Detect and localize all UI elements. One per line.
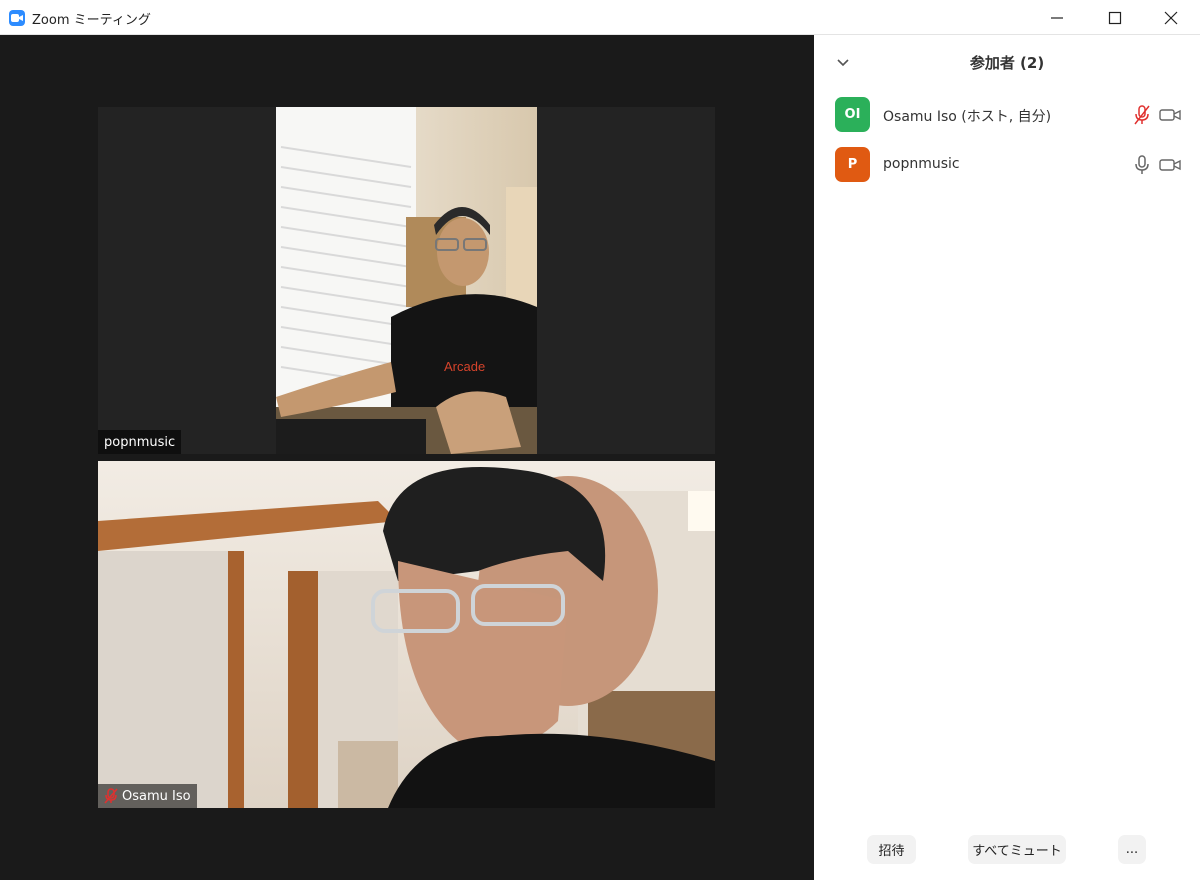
zoom-camera-icon xyxy=(9,10,25,26)
participant-name: popnmusic xyxy=(883,156,960,172)
close-button[interactable] xyxy=(1144,0,1198,35)
participant-name-tag: popnmusic xyxy=(98,430,182,454)
microphone-icon[interactable] xyxy=(1132,154,1152,176)
svg-text:Arcade: Arcade xyxy=(444,359,485,374)
panel-title: 参加者 (2) xyxy=(969,54,1045,72)
panel-footer: 招待 すべてミュート ... xyxy=(814,835,1200,865)
maximize-icon xyxy=(1108,11,1122,24)
avatar: P xyxy=(835,147,870,182)
participant-name: Osamu Iso (ホスト, 自分) xyxy=(883,109,1052,125)
minimize-button[interactable] xyxy=(1030,0,1084,35)
video-tile-popnmusic[interactable]: Arcade popnmusic xyxy=(98,107,715,454)
mic-muted-icon[interactable] xyxy=(1132,104,1152,126)
minimize-icon xyxy=(1051,16,1063,19)
window-title: Zoom ミーティング xyxy=(32,13,151,28)
participant-video xyxy=(98,461,715,808)
name-tag-label: popnmusic xyxy=(104,434,176,450)
participant-video: Arcade xyxy=(276,107,537,454)
more-options-button[interactable]: ... xyxy=(1118,835,1146,864)
panel-header: 参加者 (2) xyxy=(814,35,1200,87)
avatar: OI xyxy=(835,97,870,132)
video-camera-icon[interactable] xyxy=(1159,156,1181,174)
video-gallery: Arcade popnmusic Osamu Iso xyxy=(0,35,814,880)
close-icon xyxy=(1164,11,1178,24)
maximize-button[interactable] xyxy=(1088,0,1142,35)
participant-row[interactable]: OI Osamu Iso (ホスト, 自分) xyxy=(814,92,1200,138)
video-camera-icon[interactable] xyxy=(1159,106,1181,124)
invite-button[interactable]: 招待 xyxy=(867,835,916,864)
title-bar: Zoom ミーティング xyxy=(0,0,1200,35)
participant-name-tag: Osamu Iso xyxy=(98,784,197,808)
video-tile-osamu-iso[interactable]: Osamu Iso xyxy=(98,461,715,808)
participant-row[interactable]: P popnmusic xyxy=(814,142,1200,188)
mute-all-button[interactable]: すべてミュート xyxy=(968,835,1066,864)
mic-muted-icon xyxy=(104,788,118,804)
participants-panel: 参加者 (2) OI Osamu Iso (ホスト, 自分) P popnmus… xyxy=(814,35,1200,880)
name-tag-label: Osamu Iso xyxy=(122,788,191,804)
